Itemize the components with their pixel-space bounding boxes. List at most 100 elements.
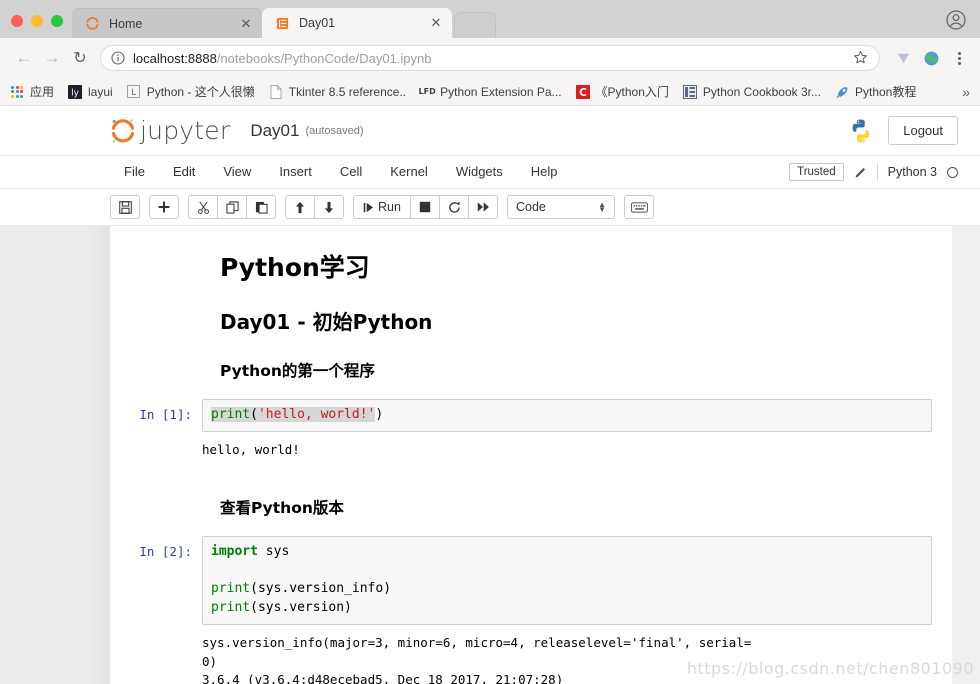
bookmark-python-cookbook[interactable]: Python Cookbook 3r... (682, 84, 821, 100)
chevron-updown-icon: ▲▼ (598, 202, 606, 212)
code-line: import sys (211, 543, 923, 562)
menubar-divider (877, 164, 878, 181)
bookmark-python-extension-packages[interactable]: LFD Python Extension Pa... (419, 84, 561, 100)
move-cell-up-button[interactable] (285, 195, 315, 219)
code-line: print(sys.version) (211, 599, 923, 618)
move-cell-down-button[interactable] (314, 195, 344, 219)
bookmark-label: Python Extension Pa... (440, 85, 561, 99)
cell-type-value: Code (516, 200, 546, 214)
profile-avatar-icon[interactable] (946, 10, 966, 30)
kernel-indicator-name: Python 3 (888, 165, 937, 179)
paste-cell-button[interactable] (246, 195, 276, 219)
run-cell-button[interactable]: Run (353, 195, 411, 219)
rocket-icon (834, 84, 850, 100)
run-button-label: Run (378, 200, 401, 214)
menu-insert[interactable]: Insert (265, 156, 326, 188)
code-token-paren-close: ) (375, 407, 383, 422)
maximize-window-button[interactable] (51, 15, 63, 27)
bookmark-python-intro[interactable]: C 《Python入门 (575, 83, 669, 100)
layui-icon: ly (67, 84, 83, 100)
bookmark-label: Tkinter 8.5 reference.. (289, 85, 406, 99)
code-cell-2[interactable]: In [2]: import sys print(sys.version_inf… (110, 536, 952, 625)
cell-type-select[interactable]: Code ▲▼ (507, 195, 615, 219)
restart-kernel-button[interactable] (439, 195, 469, 219)
copy-cell-button[interactable] (217, 195, 247, 219)
menu-edit[interactable]: Edit (159, 156, 209, 188)
trusted-badge[interactable]: Trusted (789, 163, 844, 181)
new-tab-button[interactable] (454, 12, 496, 38)
extension-globe-icon[interactable] (918, 45, 944, 71)
browser-tabstrip: Home ✕ Day01 ✕ (0, 0, 980, 38)
address-bar[interactable]: localhost:8888/notebooks/PythonCode/Day0… (100, 45, 880, 71)
bookmark-python-lazy[interactable]: L Python - 这个人很懒 (126, 83, 255, 100)
cell-1-output-row: hello, world! (110, 432, 952, 460)
jupyter-toolbar: Run Cod (0, 189, 980, 226)
reload-button[interactable]: ↻ (66, 44, 94, 72)
jupyter-logo[interactable]: jupyter (110, 116, 230, 146)
svg-text:C: C (579, 87, 587, 99)
restart-and-run-all-button[interactable] (468, 195, 498, 219)
menu-kernel[interactable]: Kernel (376, 156, 442, 188)
close-window-button[interactable] (11, 15, 23, 27)
toolbar-group-save (110, 195, 140, 219)
browser-menu-button[interactable] (948, 45, 970, 71)
close-tab-icon[interactable]: ✕ (238, 16, 254, 32)
bookmark-apps[interactable]: 应用 (9, 83, 54, 100)
bookmark-star-icon[interactable] (853, 50, 869, 66)
interrupt-kernel-button[interactable] (410, 195, 440, 219)
menu-cell[interactable]: Cell (326, 156, 376, 188)
code-token-rest: sys (258, 544, 289, 559)
autosave-status: (autosaved) (305, 125, 363, 137)
bookmark-label: 《Python入门 (596, 83, 669, 100)
kernel-idle-circle-icon (947, 167, 958, 178)
browser-tab-title: Day01 (299, 16, 428, 30)
browser-toolbar: ← → ↻ localhost:8888/notebooks/PythonCod… (0, 38, 980, 78)
output-prompt-spacer (110, 432, 202, 440)
notebook-name[interactable]: Day01 (250, 121, 299, 141)
browser-tab-day01[interactable]: Day01 ✕ (262, 8, 452, 38)
bookmarks-overflow-button[interactable]: » (962, 84, 972, 100)
jupyter-header-right: Logout (848, 116, 958, 145)
extension-v-icon[interactable] (890, 45, 916, 71)
insert-cell-below-button[interactable] (149, 195, 179, 219)
back-button[interactable]: ← (10, 44, 38, 72)
forward-button[interactable]: → (38, 44, 66, 72)
cell-input-editor[interactable]: print('hello, world!') (202, 399, 932, 432)
save-button[interactable] (110, 195, 140, 219)
browser-tab-home[interactable]: Home ✕ (72, 8, 262, 38)
close-tab-icon[interactable]: ✕ (428, 15, 444, 31)
output-prompt-spacer (110, 625, 202, 633)
page-l-icon: L (126, 84, 142, 100)
lfd-icon: LFD (419, 84, 435, 100)
apps-grid-icon (9, 84, 25, 100)
menu-help[interactable]: Help (517, 156, 572, 188)
menu-file[interactable]: File (110, 156, 159, 188)
code-cell-1[interactable]: In [1]: print('hello, world!') (110, 399, 952, 432)
site-info-icon[interactable] (111, 51, 125, 65)
bookmark-tkinter-reference[interactable]: Tkinter 8.5 reference.. (268, 84, 406, 100)
cut-cell-button[interactable] (188, 195, 218, 219)
bookmark-layui[interactable]: ly layui (67, 84, 113, 100)
code-token-function: print (211, 600, 250, 615)
menu-widgets[interactable]: Widgets (442, 156, 517, 188)
code-token-function: print (211, 407, 250, 422)
logout-button[interactable]: Logout (888, 116, 958, 145)
bookmark-python-tutorial[interactable]: Python教程 (834, 83, 916, 100)
cell-input-editor[interactable]: import sys print(sys.version_info) print… (202, 536, 932, 625)
bookmark-label: Python Cookbook 3r... (703, 85, 821, 99)
notebook-container: Python学习 Day01 - 初始Python Python的第一个程序 I… (110, 226, 952, 684)
heading-day01: Day01 - 初始Python (220, 306, 952, 335)
minimize-window-button[interactable] (31, 15, 43, 27)
heading-check-version: 查看Python版本 (220, 496, 952, 518)
cell-prompt: In [1]: (110, 399, 202, 422)
code-token-function: print (211, 581, 250, 596)
menu-view[interactable]: View (209, 156, 265, 188)
notebook-scroll-area[interactable]: Python学习 Day01 - 初始Python Python的第一个程序 I… (0, 226, 980, 684)
notebook-book-icon (274, 15, 290, 31)
jupyter-menubar: File Edit View Insert Cell Kernel Widget… (0, 156, 980, 189)
edit-pencil-icon[interactable] (854, 166, 867, 179)
code-token-keyword: import (211, 544, 258, 559)
keyboard-shortcuts-button[interactable] (624, 195, 654, 219)
bookmark-label: Python - 这个人很懒 (147, 83, 255, 100)
code-line: print('hello, world!') (211, 406, 923, 425)
